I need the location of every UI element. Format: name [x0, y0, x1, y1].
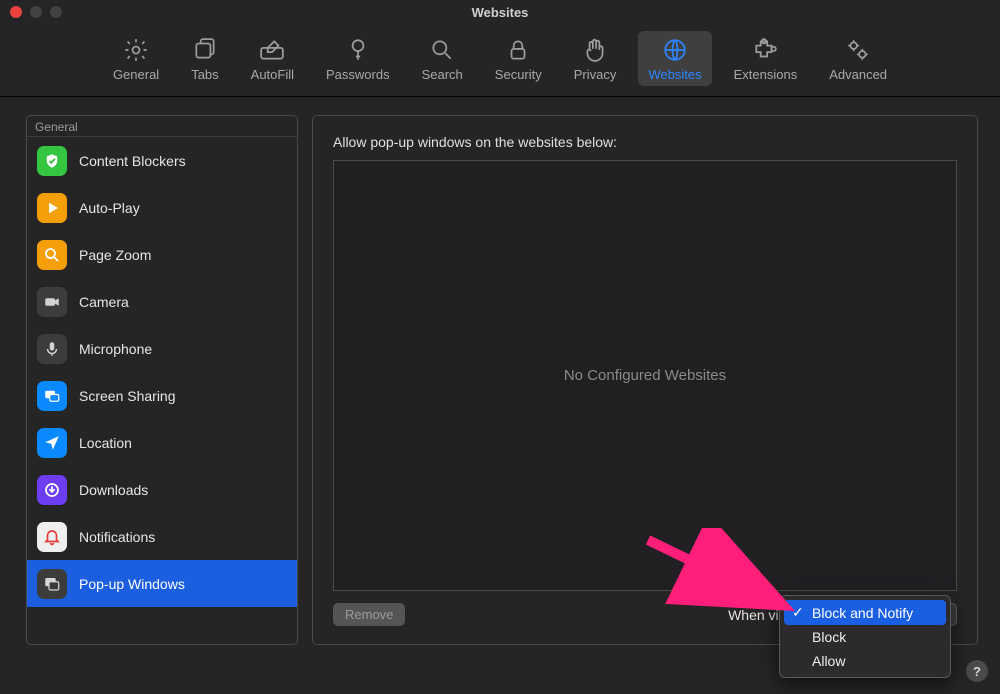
sidebar-item-label: Content Blockers	[79, 153, 186, 169]
sidebar-item-label: Notifications	[79, 529, 155, 545]
titlebar: Websites	[0, 0, 1000, 24]
tab-websites[interactable]: Websites	[638, 31, 711, 86]
tab-passwords[interactable]: Passwords	[316, 31, 400, 86]
tab-label: Search	[422, 67, 463, 82]
screens-icon	[37, 381, 67, 411]
tab-tabs[interactable]: Tabs	[181, 31, 228, 86]
window-title: Websites	[0, 5, 1000, 20]
sidebar-item-page-zoom[interactable]: Page Zoom	[27, 231, 297, 278]
dropdown-option-block[interactable]: Block	[784, 625, 946, 649]
tab-extensions[interactable]: Extensions	[724, 31, 808, 86]
bell-icon	[37, 522, 67, 552]
remove-button[interactable]: Remove	[333, 603, 405, 626]
tab-label: General	[113, 67, 159, 82]
key-icon	[345, 37, 371, 63]
shield-check-icon	[37, 146, 67, 176]
empty-placeholder: No Configured Websites	[564, 367, 726, 384]
dropdown-option-label: Block and Notify	[812, 605, 913, 621]
tab-label: Passwords	[326, 67, 390, 82]
sidebar-item-label: Microphone	[79, 341, 152, 357]
tabs-icon	[192, 37, 218, 63]
panel-heading: Allow pop-up windows on the websites bel…	[333, 134, 957, 150]
sidebar-item-screen-sharing[interactable]: Screen Sharing	[27, 372, 297, 419]
dropdown-option-label: Allow	[812, 653, 845, 669]
play-icon	[37, 193, 67, 223]
dropdown-option-label: Block	[812, 629, 846, 645]
sidebar-item-label: Auto-Play	[79, 200, 140, 216]
tab-advanced[interactable]: Advanced	[819, 31, 897, 86]
tab-general[interactable]: General	[103, 31, 169, 86]
pencil-box-icon	[259, 37, 285, 63]
location-icon	[37, 428, 67, 458]
download-icon	[37, 475, 67, 505]
puzzle-icon	[752, 37, 778, 63]
tab-label: Security	[495, 67, 542, 82]
sidebar-item-downloads[interactable]: Downloads	[27, 466, 297, 513]
help-button[interactable]: ?	[966, 660, 988, 682]
sidebar-item-content-blockers[interactable]: Content Blockers	[27, 137, 297, 184]
tab-autofill[interactable]: AutoFill	[241, 31, 304, 86]
popup-icon	[37, 569, 67, 599]
mic-icon	[37, 334, 67, 364]
tab-label: Advanced	[829, 67, 887, 82]
tab-label: AutoFill	[251, 67, 294, 82]
sidebar-item-location[interactable]: Location	[27, 419, 297, 466]
dropdown-option-block-and-notify[interactable]: ✓ Block and Notify	[784, 600, 946, 625]
sidebar-item-camera[interactable]: Camera	[27, 278, 297, 325]
sidebar-item-microphone[interactable]: Microphone	[27, 325, 297, 372]
sidebar: General Content Blockers Auto-Play Page …	[26, 115, 298, 645]
content-area: General Content Blockers Auto-Play Page …	[0, 97, 1000, 645]
sidebar-item-label: Screen Sharing	[79, 388, 176, 404]
sidebar-item-label: Page Zoom	[79, 247, 151, 263]
preferences-toolbar: General Tabs AutoFill Passwords Search S…	[0, 24, 1000, 97]
configured-websites-list[interactable]: No Configured Websites	[333, 160, 957, 591]
tab-search[interactable]: Search	[412, 31, 473, 86]
gears-icon	[845, 37, 871, 63]
dropdown-option-allow[interactable]: Allow	[784, 649, 946, 673]
gear-icon	[123, 37, 149, 63]
sidebar-item-auto-play[interactable]: Auto-Play	[27, 184, 297, 231]
hand-icon	[582, 37, 608, 63]
sidebar-item-label: Pop-up Windows	[79, 576, 185, 592]
tab-label: Extensions	[734, 67, 798, 82]
lock-icon	[505, 37, 531, 63]
tab-label: Websites	[648, 67, 701, 82]
sidebar-item-label: Camera	[79, 294, 129, 310]
tab-security[interactable]: Security	[485, 31, 552, 86]
sidebar-item-label: Location	[79, 435, 132, 451]
sidebar-item-notifications[interactable]: Notifications	[27, 513, 297, 560]
tab-label: Tabs	[191, 67, 218, 82]
search-icon	[429, 37, 455, 63]
sidebar-section-label: General	[27, 116, 297, 137]
checkmark-icon: ✓	[792, 604, 806, 621]
tab-privacy[interactable]: Privacy	[564, 31, 627, 86]
settings-panel: Allow pop-up windows on the websites bel…	[312, 115, 978, 645]
camera-icon	[37, 287, 67, 317]
help-label: ?	[973, 664, 981, 679]
when-visiting-dropdown: ✓ Block and Notify Block Allow	[779, 595, 951, 678]
globe-icon	[662, 37, 688, 63]
tab-label: Privacy	[574, 67, 617, 82]
sidebar-item-label: Downloads	[79, 482, 148, 498]
magnify-icon	[37, 240, 67, 270]
sidebar-item-popup-windows[interactable]: Pop-up Windows	[27, 560, 297, 607]
